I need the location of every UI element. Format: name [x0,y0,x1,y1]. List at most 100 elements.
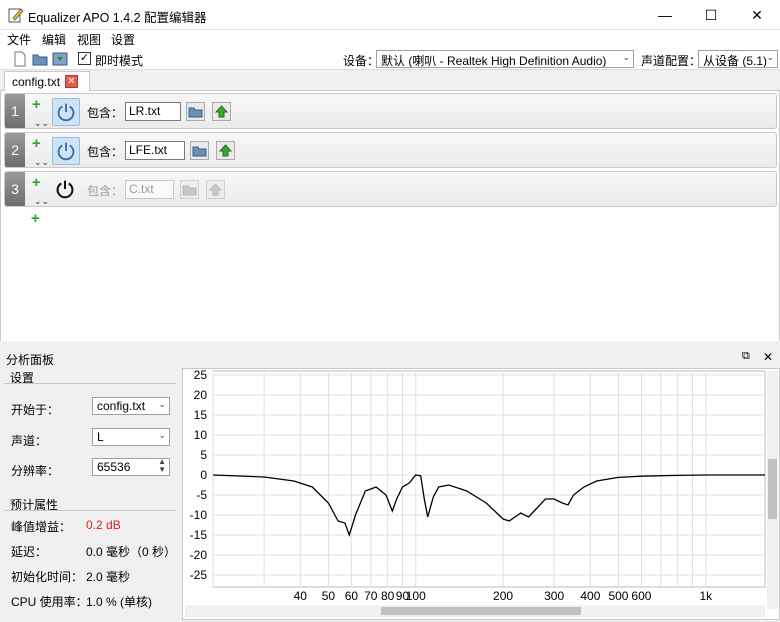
chevron-down-icon: ⌄ [158,399,166,409]
peak-gain-value: 0.2 dB [86,518,121,532]
include-file-input[interactable]: LFE.txt [125,141,185,160]
frequency-response-plot: 2520151050-5-10-15-20-2540 50 60 70 80 90100 2… [185,368,778,617]
open-file-icon[interactable] [212,102,231,121]
browse-folder-icon[interactable] [190,141,209,160]
y-tick-label: 15 [194,408,208,422]
x-tick-label: 600 [631,589,651,603]
power-icon [56,180,74,199]
title-bar: Equalizer APO 1.4.2 配置编辑器 — ☐ ✕ [0,0,780,30]
close-tab-icon[interactable]: ✕ [65,75,78,88]
y-tick-label: 25 [194,369,208,382]
horizontal-scroll-thumb [381,607,581,615]
resolution-spinbox[interactable]: 65536 ▲ ▼ [92,458,170,476]
menu-bar: 文件 编辑 视图 设置 [0,30,780,48]
tab-config[interactable]: config.txt ✕ [4,71,90,92]
x-tick-label: 80 [381,589,395,603]
chevron-down-icon: ⌄ [158,430,166,440]
toolbar: ✓ 即时模式 设备： 默认 (喇叭 - Realtek High Definit… [0,48,780,70]
spin-arrows-icon[interactable]: ▲ ▼ [158,459,166,474]
add-filter-icon[interactable]: + [32,175,41,190]
x-tick-label: 70 [364,589,378,603]
x-tick-label: 50 [322,589,336,603]
add-filter-icon[interactable]: + [32,97,41,112]
expand-icon[interactable]: ⌄⌄ [34,118,49,129]
row-number: 2 [5,133,25,167]
row-number: 1 [5,94,25,128]
device-label: 设备： [343,54,380,68]
expand-icon[interactable]: ⌄⌄ [34,157,49,168]
x-tick-label: 200 [493,589,513,603]
y-tick-label: -10 [190,508,208,522]
channel-config-label: 声道配置： [641,54,702,68]
divider [4,383,176,384]
maximize-button[interactable]: ☐ [688,0,734,30]
latency-label: 延迟： [11,545,48,559]
resolution-label: 分辨率： [11,464,60,478]
instant-mode-checkbox[interactable]: ✓ [78,52,91,65]
peak-gain-label: 峰值增益： [11,520,72,534]
power-icon [57,103,75,122]
include-file-input: C.txt [125,180,174,199]
close-button[interactable]: ✕ [734,0,780,30]
y-tick-label: 10 [194,428,208,442]
save-icon[interactable] [52,51,68,67]
float-panel-icon[interactable]: ⧉ [742,350,750,363]
analysis-settings: 设置 开始于： config.txt ⌄ 声道： L ⌄ 分辨率： 65536 ▲ ▼ … [0,366,180,620]
window-title: Equalizer APO 1.4.2 配置编辑器 [28,11,207,25]
menu-settings[interactable]: 设置 [111,31,135,48]
menu-view[interactable]: 视图 [77,31,101,48]
y-tick-label: 5 [200,448,207,462]
vertical-scroll-thumb [768,459,777,519]
x-tick-label: 500 [608,589,628,603]
frequency-response-chart: 25 20 15 10 5 0 -5 -10 -15 -20 -25 40 50 60 70 80 90 100 2… [182,368,780,620]
close-panel-icon[interactable]: ✕ [763,350,773,364]
filter-row: 1 + ⌄⌄ 包含： LR.txt [4,93,777,129]
cpu-label: CPU 使用率： [11,595,88,609]
x-tick-label: 300 [544,589,564,603]
power-toggle[interactable] [52,137,80,165]
y-tick-label: -25 [190,568,208,582]
menu-edit[interactable]: 编辑 [42,31,66,48]
y-tick-label: -20 [190,548,208,562]
browse-folder-icon[interactable] [186,102,205,121]
x-tick-label: 400 [580,589,600,603]
start-at-select[interactable]: config.txt ⌄ [92,397,170,415]
include-label: 包含： [87,184,124,198]
divider [4,510,176,511]
y-tick-label: 20 [194,388,208,402]
open-folder-icon[interactable] [32,51,48,67]
instant-mode-label: 即时模式 [95,54,144,68]
include-label: 包含： [87,106,124,120]
add-filter-icon[interactable]: + [32,136,41,151]
power-toggle[interactable] [52,176,80,204]
include-label: 包含： [87,145,124,159]
cpu-value: 1.0 % (单核) [86,595,153,609]
filter-editor: 1 + ⌄⌄ 包含： LR.txt 2 + ⌄⌄ 包含： LFE.txt 3 +… [0,91,780,341]
init-time-value: 2.0 毫秒 [86,570,131,584]
minimize-button[interactable]: — [642,0,688,30]
init-time-label: 初始化时间： [11,570,84,584]
x-tick-label: 60 [345,589,359,603]
chevron-down-icon: ⌄ [766,52,774,62]
analysis-panel-header: 分析面板 ⧉ ✕ [0,349,780,367]
power-toggle[interactable] [52,98,80,126]
open-file-icon[interactable] [216,141,235,160]
power-icon [57,142,75,161]
device-select[interactable]: 默认 (喇叭 - Realtek High Definition Audio) ⌄ [376,50,634,68]
add-filter-icon[interactable]: + [31,211,40,226]
app-icon [8,8,24,23]
x-tick-label: 100 [406,589,426,603]
channel-label: 声道： [11,434,48,448]
channel-select[interactable]: L ⌄ [92,428,170,446]
x-tick-label: 40 [294,589,308,603]
new-file-icon[interactable] [12,51,28,67]
expand-icon[interactable]: ⌄⌄ [34,196,49,207]
latency-value: 0.0 毫秒（0 秒） [86,545,177,559]
y-tick-label: -15 [190,528,208,542]
channel-config-select[interactable]: 从设备 (5.1) ⌄ [698,50,778,68]
y-tick-label: 0 [200,468,207,482]
x-tick-label: 1k [699,589,713,603]
menu-file[interactable]: 文件 [7,31,31,48]
include-file-input[interactable]: LR.txt [125,102,181,121]
tab-bar: config.txt ✕ [0,70,780,92]
